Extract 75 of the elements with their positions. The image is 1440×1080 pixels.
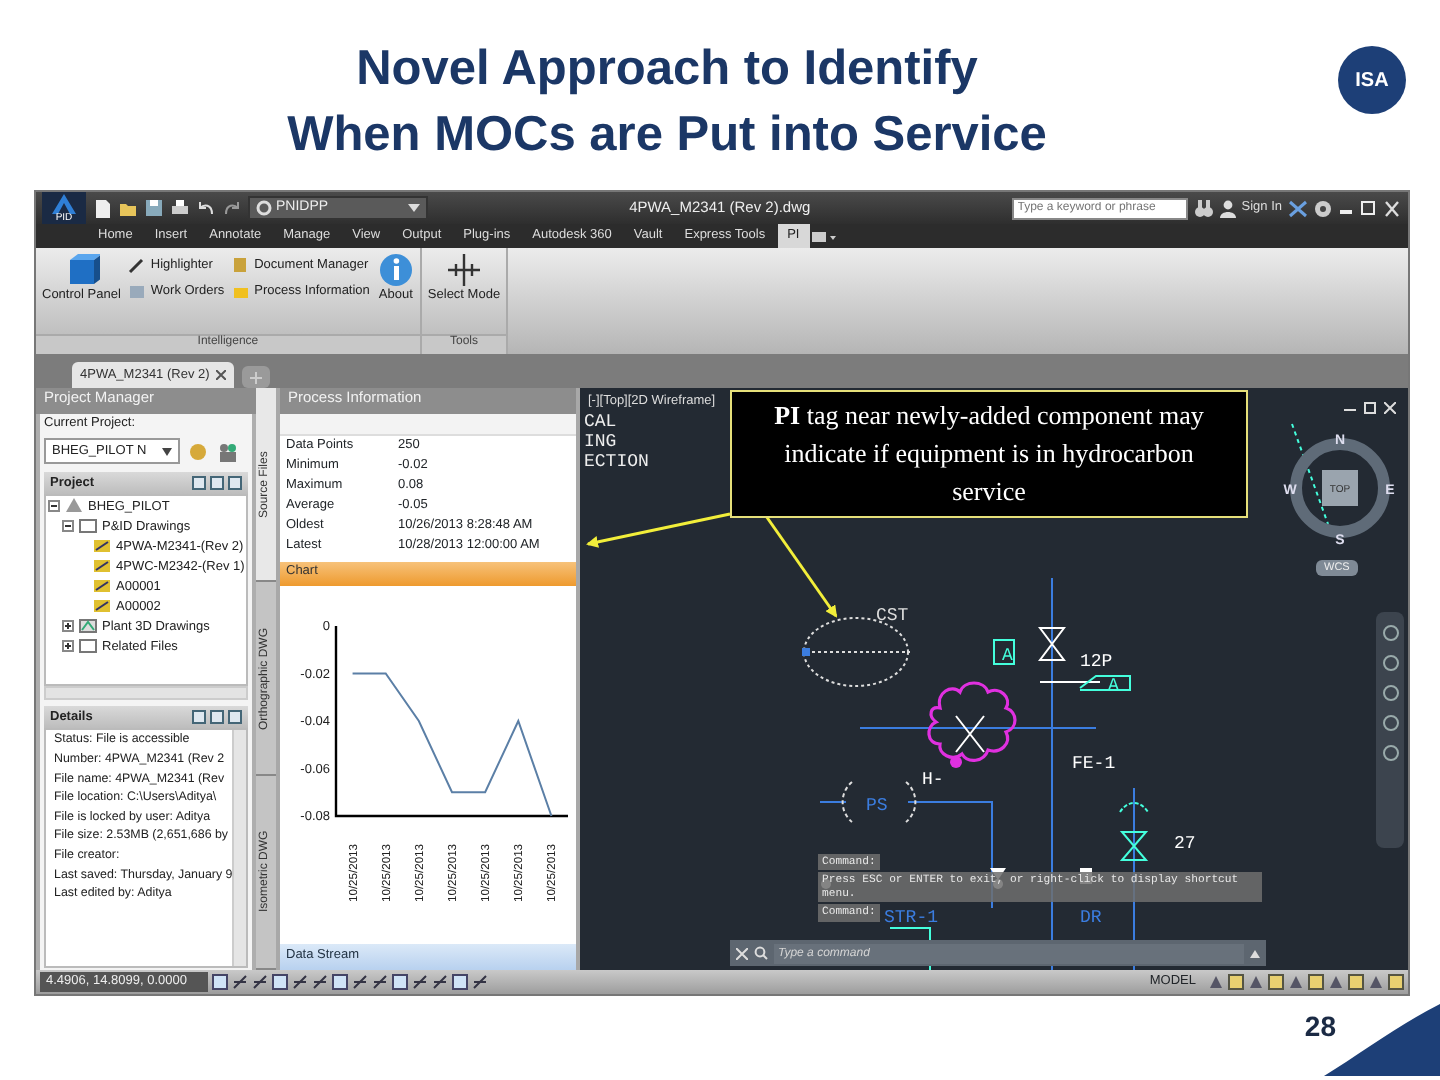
status-toggle-icon[interactable] <box>232 974 248 990</box>
valve-symbol <box>1038 627 1066 661</box>
collapse-toggle-icon[interactable] <box>48 500 60 513</box>
tag-label: A <box>1002 646 1013 666</box>
page-number: 28 <box>1304 1008 1336 1046</box>
tag-label: STR-1 <box>884 908 939 928</box>
instrument-bubble <box>841 781 917 823</box>
revision-cloud <box>927 681 1017 762</box>
status-toggle-icon[interactable] <box>452 974 468 990</box>
binoculars-icon[interactable] <box>1193 199 1214 217</box>
redo-icon[interactable] <box>222 198 242 218</box>
drawing-text: ING <box>584 432 619 452</box>
horizontal-scrollbar[interactable] <box>44 686 248 701</box>
expand-toggle-icon[interactable] <box>62 620 74 633</box>
status-toggle-icon[interactable] <box>392 974 408 990</box>
drawing-file-icon <box>92 576 112 597</box>
print-icon[interactable] <box>170 198 190 218</box>
callout-arrow <box>764 515 838 618</box>
drawing-text: ECTION <box>584 452 649 472</box>
plant-folder-icon <box>78 616 98 637</box>
tank-symbol <box>802 617 911 687</box>
expand-toggle-icon[interactable] <box>62 640 74 653</box>
drawing-file-icon <box>92 536 112 557</box>
panel-toggle-icon[interactable] <box>811 229 836 243</box>
tag-label: 27 <box>1174 834 1196 854</box>
slide-title-line: When MOCs are Put into Service <box>285 106 1049 166</box>
users-icon[interactable] <box>216 441 240 462</box>
status-toggle-icon[interactable] <box>332 974 348 990</box>
drawing-file-icon <box>92 596 112 617</box>
valve-symbol <box>1119 802 1149 861</box>
restore-icon[interactable] <box>1364 402 1376 414</box>
crosshair-icon <box>445 252 482 288</box>
project-icon <box>64 496 84 517</box>
status-toggle-icon[interactable] <box>472 974 488 990</box>
user-icon <box>1219 199 1236 217</box>
status-toggle-icon[interactable] <box>212 974 228 990</box>
drawing-text: CAL <box>584 412 619 432</box>
callout-box: PI tag near newly-added component may indicate if equipment is in hydrocarbon service <box>730 390 1248 518</box>
caret-icon[interactable] <box>1250 949 1260 957</box>
save-icon[interactable] <box>144 198 164 218</box>
status-toggle-icon[interactable] <box>252 974 268 990</box>
tag-label: DR <box>1080 908 1102 928</box>
tag-label: 12P <box>1080 652 1113 672</box>
slide-title-line: Novel Approach to Identify <box>354 40 980 100</box>
new-tab-icon[interactable] <box>241 364 270 388</box>
drawing-file-icon <box>92 556 112 577</box>
isa-logo: ISA <box>1338 46 1406 114</box>
tag-label: FE-1 <box>1072 754 1116 774</box>
maximize-icon[interactable] <box>1360 200 1376 216</box>
collapse-toggle-icon[interactable] <box>62 520 74 533</box>
pen-icon <box>128 256 147 274</box>
grip-point <box>950 756 962 768</box>
close-icon[interactable] <box>215 370 226 380</box>
status-toggle-icon[interactable] <box>412 974 428 990</box>
status-toggle-icon[interactable] <box>352 974 368 990</box>
vertical-scrollbar[interactable] <box>232 730 246 966</box>
status-toggle-icon[interactable] <box>432 974 448 990</box>
status-toggle-icon[interactable] <box>272 974 288 990</box>
info-icon <box>377 252 414 288</box>
cross-symbol <box>955 715 985 753</box>
tag-label: H- <box>922 770 944 790</box>
open-folder-icon[interactable] <box>118 198 138 218</box>
caret-icon <box>408 202 420 214</box>
line-segment <box>1039 681 1101 683</box>
letter-a-logo-icon <box>50 194 78 214</box>
flag-symbol <box>1079 675 1131 691</box>
tag-frame <box>993 639 1015 665</box>
tag-label: CST <box>876 606 909 626</box>
status-toggle-icon[interactable] <box>372 974 388 990</box>
caret-icon <box>162 447 172 456</box>
status-toggle-icon[interactable] <box>292 974 308 990</box>
status-toggle-icon[interactable] <box>312 974 328 990</box>
new-file-icon[interactable] <box>92 198 112 218</box>
undo-icon[interactable] <box>196 198 216 218</box>
tag-label: PS <box>866 796 888 816</box>
